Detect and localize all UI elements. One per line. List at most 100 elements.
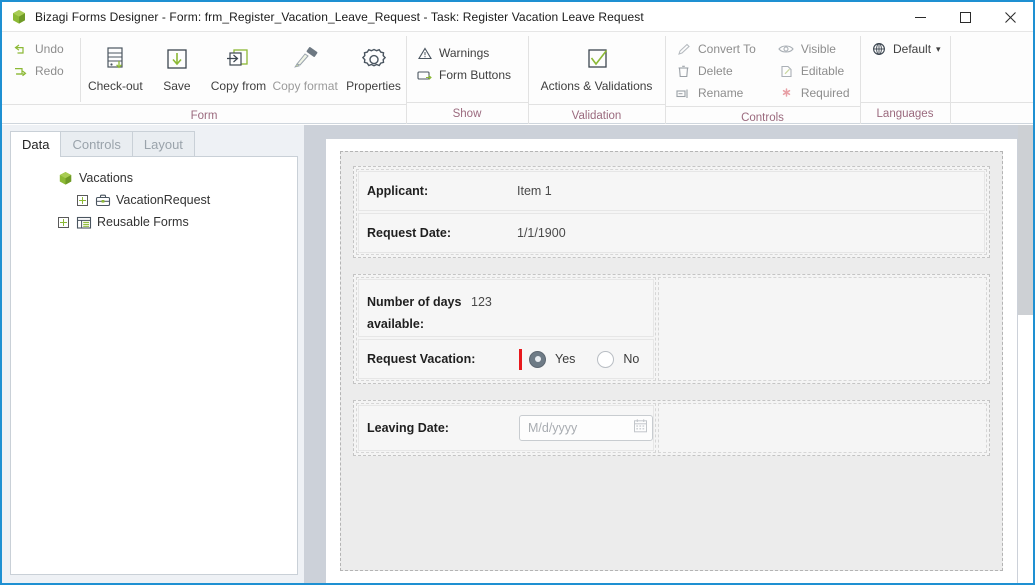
actions-validations-label: Actions & Validations	[540, 79, 653, 93]
properties-button[interactable]: Properties	[341, 36, 406, 104]
ribbon-toolbar: Undo Redo Check-out Save Copy from Copy …	[2, 32, 1033, 124]
actions-validations-check-icon	[582, 40, 612, 80]
ribbon-group-label-form: Form	[2, 104, 406, 126]
copy-from-button[interactable]: Copy from	[208, 36, 270, 104]
properties-gear-icon	[358, 40, 390, 80]
rename-button[interactable]: Rename	[673, 82, 762, 104]
delete-trash-icon	[675, 63, 692, 79]
cube-green-icon	[57, 170, 74, 186]
form-column-vacation-right-empty[interactable]	[658, 277, 987, 381]
canvas-scrollbar-thumb[interactable]	[1018, 125, 1033, 315]
form-buttons-button[interactable]: Form Buttons	[414, 64, 517, 86]
form-row-leaving-date[interactable]: Leaving Date: M/d/yyyy	[358, 405, 654, 451]
leaving-date-input[interactable]: M/d/yyyy	[519, 415, 653, 441]
request-date-label: Request Date:	[367, 225, 452, 240]
form-row-applicant[interactable]: Applicant: Item 1	[358, 171, 985, 211]
visible-button[interactable]: Visible	[776, 38, 856, 60]
rename-icon	[675, 85, 692, 101]
minimize-button[interactable]	[898, 2, 943, 32]
language-globe-icon	[870, 41, 887, 57]
redo-label: Redo	[35, 64, 64, 78]
days-available-value[interactable]: 123	[471, 291, 653, 313]
tab-controls-label: Controls	[72, 137, 121, 152]
ribbon-group-label-languages: Languages	[860, 102, 950, 124]
form-column-leaving-date-right-empty[interactable]	[658, 403, 987, 453]
form-group-applicant[interactable]: Applicant: Item 1 Request Date: 1/1/1900	[353, 166, 990, 258]
check-out-button[interactable]: Check-out	[85, 36, 147, 104]
request-vacation-label: Request Vacation:	[367, 351, 476, 366]
radio-option-yes[interactable]: Yes	[529, 350, 576, 368]
default-language-label: Default	[893, 42, 932, 56]
copy-from-label: Copy from	[210, 79, 267, 93]
copy-format-button[interactable]: Copy format	[269, 36, 341, 104]
ribbon-group-filler	[950, 32, 1033, 124]
tree-item-vacationrequest[interactable]: VacationRequest	[11, 189, 297, 211]
check-out-label: Check-out	[87, 79, 143, 93]
request-vacation-radio-group[interactable]: Yes No	[519, 348, 640, 370]
chevron-down-icon[interactable]: ▾	[936, 44, 941, 55]
tree-item-vacationrequest-label: VacationRequest	[116, 193, 211, 207]
reusable-forms-icon	[75, 214, 92, 230]
warnings-button[interactable]: Warnings	[414, 42, 517, 64]
bizagi-forms-designer-window: Bizagi Forms Designer - Form: frm_Regist…	[0, 0, 1035, 585]
tree-item-vacations[interactable]: Vacations	[11, 167, 297, 189]
check-out-icon	[99, 40, 131, 80]
form-group-vacation[interactable]: Number of days available: 123 Request Va…	[353, 274, 990, 384]
tree-item-reusable-forms-label: Reusable Forms	[97, 215, 189, 229]
form-group-leaving-date[interactable]: Leaving Date: M/d/yyyy	[353, 400, 990, 456]
editable-button[interactable]: Editable	[776, 60, 856, 82]
visible-label: Visible	[800, 42, 836, 56]
radio-no-label: No	[623, 352, 640, 366]
form-column-applicant[interactable]: Applicant: Item 1 Request Date: 1/1/1900	[356, 169, 987, 255]
controls-column-1: Convert To Delete Rename	[665, 36, 768, 104]
copy-from-icon	[222, 40, 254, 80]
radio-yes-icon[interactable]	[529, 350, 546, 368]
close-button[interactable]	[988, 2, 1033, 32]
left-panel: Data Controls Layout Vacations VacationR…	[2, 125, 304, 583]
save-label: Save	[163, 79, 191, 93]
default-language-button[interactable]: Default ▾	[868, 38, 947, 60]
calendar-icon[interactable]	[633, 418, 648, 438]
undo-label: Undo	[35, 42, 64, 56]
title-bar: Bizagi Forms Designer - Form: frm_Regist…	[2, 2, 1033, 32]
delete-button[interactable]: Delete	[673, 60, 762, 82]
form-row-request-vacation[interactable]: Request Vacation: Yes No	[358, 339, 654, 379]
radio-option-no[interactable]: No	[597, 350, 640, 368]
maximize-button[interactable]	[943, 2, 988, 32]
warning-triangle-icon	[416, 45, 433, 61]
radio-no-icon[interactable]	[597, 350, 615, 368]
rename-label: Rename	[698, 86, 744, 100]
required-button[interactable]: Required	[776, 82, 856, 104]
form-row-request-date[interactable]: Request Date: 1/1/1900	[358, 213, 985, 253]
save-button[interactable]: Save	[146, 36, 208, 104]
ribbon-group-form: Undo Redo Check-out Save Copy from Copy …	[2, 32, 406, 124]
ribbon-group-label-show: Show	[406, 102, 528, 124]
controls-column-2: Visible Editable Required	[774, 36, 862, 104]
tree-item-reusable-forms[interactable]: Reusable Forms	[11, 211, 297, 233]
convert-to-button[interactable]: Convert To	[673, 38, 762, 60]
actions-validations-button[interactable]: Actions & Validations	[531, 36, 663, 104]
tab-layout[interactable]: Layout	[131, 131, 195, 157]
ribbon-group-controls: Convert To Delete Rename Visible Editabl…	[665, 32, 860, 124]
radio-yes-label: Yes	[555, 352, 576, 366]
applicant-value[interactable]: Item 1	[517, 184, 984, 198]
redo-button[interactable]: Redo	[10, 60, 70, 82]
expand-icon-vacationrequest[interactable]	[77, 194, 88, 206]
tab-data-label: Data	[22, 137, 50, 152]
delete-label: Delete	[698, 64, 733, 78]
ribbon-group-languages: Default ▾ Languages	[860, 32, 950, 124]
leaving-date-label: Leaving Date:	[367, 420, 449, 435]
form-row-days-available[interactable]: Number of days available: 123	[358, 279, 654, 337]
window-controls	[898, 2, 1033, 32]
form-buttons-icon	[416, 67, 433, 83]
canvas-vertical-scrollbar[interactable]	[1018, 125, 1033, 583]
form-root-container[interactable]: Applicant: Item 1 Request Date: 1/1/1900	[340, 151, 1003, 571]
request-date-value[interactable]: 1/1/1900	[517, 226, 984, 240]
form-column-vacation-left[interactable]: Number of days available: 123 Request Va…	[356, 277, 656, 381]
tab-controls[interactable]: Controls	[60, 131, 133, 157]
main-content-area: Data Controls Layout Vacations VacationR…	[2, 125, 1033, 583]
tab-data[interactable]: Data	[10, 131, 62, 157]
form-column-leaving-date-left[interactable]: Leaving Date: M/d/yyyy	[356, 403, 656, 453]
expand-icon-reusable-forms[interactable]	[58, 216, 69, 228]
undo-button[interactable]: Undo	[10, 38, 70, 60]
